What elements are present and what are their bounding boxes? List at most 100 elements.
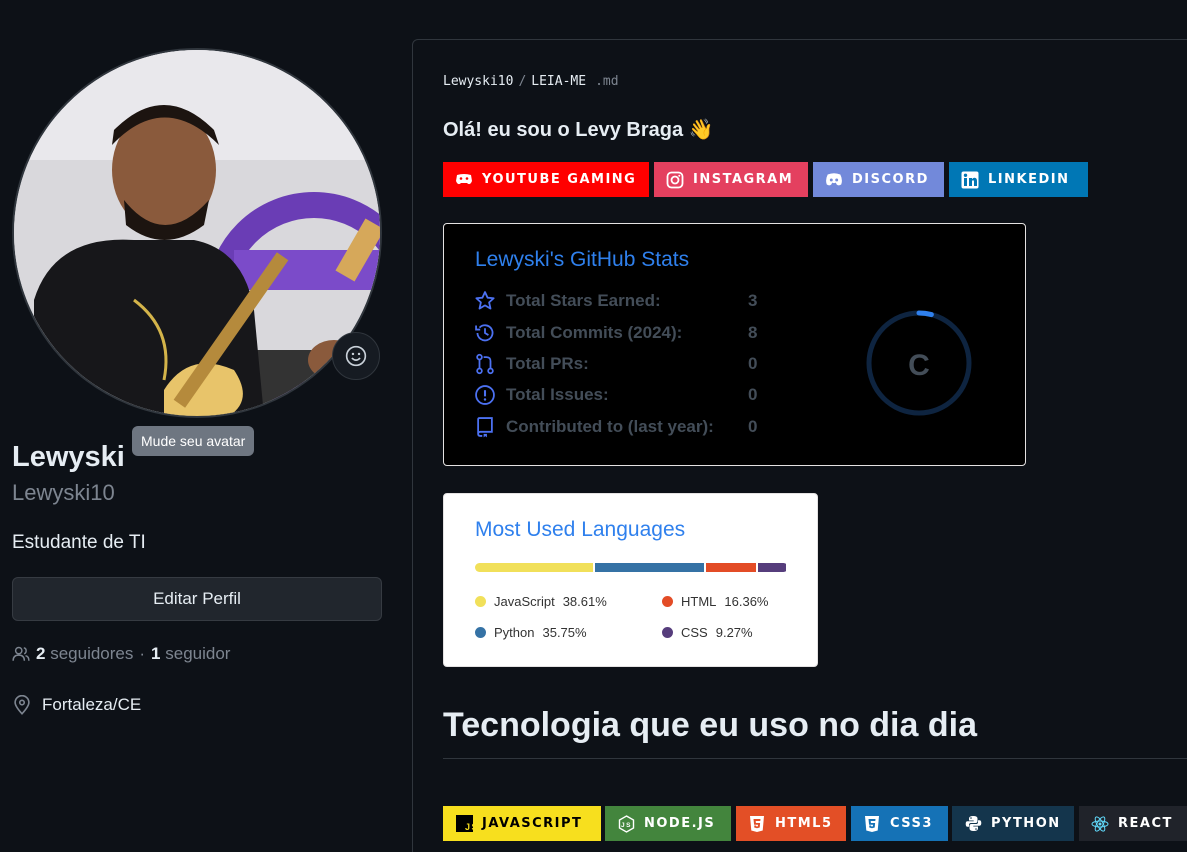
people-icon [12, 646, 30, 661]
stat-row-issues: Total Issues: 0 [474, 384, 778, 406]
lang-percent: 35.75% [542, 625, 587, 640]
readme-breadcrumb: Lewyski10 / LEIA-ME .md [443, 74, 619, 89]
crumb-user[interactable]: Lewyski10 [443, 74, 513, 89]
nodejs-icon: JS [617, 814, 635, 833]
location-text: Fortaleza/CE [42, 695, 142, 714]
following-count: 1 [151, 644, 161, 663]
avatar[interactable] [12, 48, 382, 418]
react-icon [1091, 815, 1109, 833]
lang-name: HTML [681, 594, 717, 609]
badge-label: CSS3 [890, 816, 933, 831]
lang-item-javascript: JavaScript 38.61% [475, 594, 607, 609]
location-pin-icon [14, 695, 30, 715]
badge-label: PYTHON [991, 816, 1061, 831]
linkedin-badge[interactable]: LINKEDIN [949, 162, 1088, 197]
badge-label: DISCORD [852, 172, 929, 187]
lang-item-css: CSS 9.27% [662, 625, 753, 640]
lang-percent: 9.27% [715, 625, 753, 640]
svg-text:JS: JS [621, 822, 632, 829]
avatar-tooltip: Mude seu avatar [132, 426, 255, 456]
badge-label: REACT [1118, 816, 1173, 831]
stat-row-prs: Total PRs: 0 [474, 353, 778, 375]
followers-link[interactable]: 2 seguidores [36, 644, 133, 664]
languages-title: Most Used Languages [475, 518, 686, 541]
html5-badge[interactable]: HTML5 [736, 806, 846, 841]
stat-label: Total Stars Earned: [506, 291, 661, 310]
badge-label: LINKEDIN [988, 172, 1070, 187]
pull-request-icon [476, 353, 494, 375]
profile-page: Lewyski Mude seu avatar Lewyski10 Estuda… [0, 0, 1187, 852]
star-icon [475, 291, 495, 310]
languages-card: Most Used Languages JavaScript 38.61% Py… [443, 493, 818, 667]
badge-label: NODE.JS [644, 816, 716, 831]
followers-label: seguidores [50, 644, 134, 663]
edit-profile-button[interactable]: Editar Perfil [12, 577, 382, 621]
followers-count: 2 [36, 644, 46, 663]
location-info: Fortaleza/CE [12, 695, 141, 715]
stat-label: Total PRs: [506, 354, 589, 373]
badge-label: INSTAGRAM [693, 172, 794, 187]
languages-bar [475, 563, 788, 572]
css3-icon [863, 815, 881, 833]
stat-label: Total Commits (2024): [506, 323, 683, 342]
readme-greeting: Olá! eu sou o Levy Braga 👋 [443, 119, 714, 141]
profile-name: Lewyski [12, 441, 125, 473]
nodejs-badge[interactable]: JS NODE.JS [605, 806, 731, 841]
lang-color-dot [662, 627, 673, 638]
following-label: seguidor [165, 644, 231, 663]
react-badge[interactable]: REACT [1079, 806, 1187, 841]
stat-row-stars: Total Stars Earned: 3 [474, 290, 778, 312]
youtube-gaming-badge[interactable]: YOUTUBE GAMING [443, 162, 649, 197]
badge-label: HTML5 [775, 816, 833, 831]
languages-bar-segment [757, 563, 786, 572]
lang-name: Python [494, 625, 535, 640]
badge-label: JAVASCRIPT [482, 816, 583, 831]
profile-login: Lewyski10 [12, 480, 115, 505]
lang-name: JavaScript [494, 594, 555, 609]
crumb-separator: / [518, 74, 527, 89]
languages-bar-segment [475, 563, 593, 572]
lang-percent: 16.36% [724, 594, 769, 609]
lang-color-dot [662, 596, 673, 607]
languages-bar-segment [594, 563, 704, 572]
python-badge[interactable]: PYTHON [952, 806, 1074, 841]
crumb-extension: .md [595, 74, 619, 89]
stat-label: Contributed to (last year): [506, 417, 714, 436]
discord-icon [825, 171, 843, 189]
instagram-badge[interactable]: INSTAGRAM [654, 162, 808, 197]
stat-value: 8 [748, 323, 758, 342]
svg-text:JS: JS [465, 822, 473, 832]
youtube-gaming-icon [455, 171, 473, 189]
rank-letter: C [908, 349, 930, 382]
change-status-button[interactable] [332, 332, 380, 380]
followers-info: 2 seguidores · 1 seguidor [12, 644, 230, 664]
html5-icon [748, 815, 766, 833]
stat-value: 0 [748, 385, 758, 404]
badge-label: YOUTUBE GAMING [482, 172, 637, 187]
stat-value: 0 [748, 417, 758, 436]
profile-bio: Estudante de TI [12, 532, 146, 553]
smiley-icon [345, 345, 367, 367]
css3-badge[interactable]: CSS3 [851, 806, 948, 841]
discord-badge[interactable]: DISCORD [813, 162, 944, 197]
crumb-file[interactable]: LEIA-ME [531, 74, 586, 89]
lang-name: CSS [681, 625, 708, 640]
rank-ring: C [866, 310, 972, 416]
javascript-icon: JS [455, 815, 473, 833]
stat-label: Total Issues: [506, 385, 609, 404]
heading-divider [443, 758, 1187, 759]
avatar-container[interactable] [12, 48, 382, 418]
stat-value: 3 [748, 291, 758, 310]
linkedin-icon [961, 171, 979, 189]
avatar-photo [14, 50, 380, 416]
instagram-icon [666, 171, 684, 189]
github-stats-card: Lewyski's GitHub Stats Total Stars Earne… [443, 223, 1026, 466]
javascript-badge[interactable]: JS JAVASCRIPT [443, 806, 601, 841]
repo-icon [477, 417, 493, 438]
history-icon [475, 324, 494, 342]
lang-color-dot [475, 596, 486, 607]
following-link[interactable]: 1 seguidor [151, 644, 230, 664]
lang-color-dot [475, 627, 486, 638]
stat-value: 0 [748, 354, 758, 373]
lang-percent: 38.61% [562, 594, 607, 609]
